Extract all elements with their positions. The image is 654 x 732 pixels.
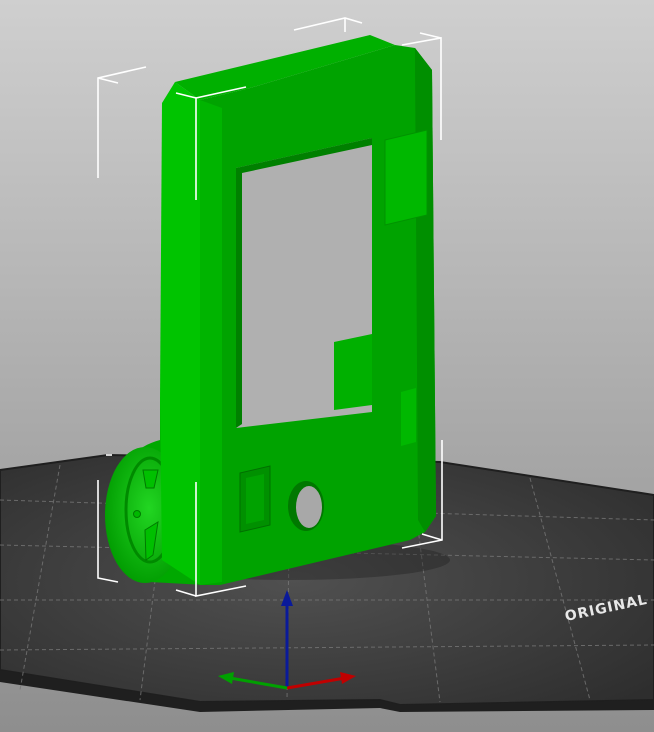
scene-canvas[interactable]: ORIGINAL (0, 0, 654, 732)
bottom-hole-through (296, 486, 322, 528)
side-slot (401, 388, 416, 446)
frame-left-face (160, 82, 200, 585)
knob-center-icon (133, 510, 141, 518)
3d-viewport[interactable]: ORIGINAL (0, 0, 654, 732)
bottom-slot-inner (246, 474, 264, 524)
frame-front-bevel (200, 100, 222, 585)
top-right-tab (384, 129, 428, 226)
inner-right-tab (334, 334, 372, 410)
